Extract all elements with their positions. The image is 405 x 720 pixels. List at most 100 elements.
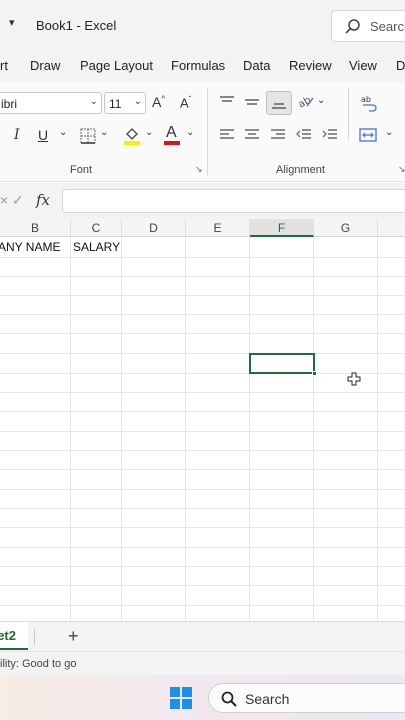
tab-view[interactable]: View <box>349 58 377 73</box>
font-name-dropdown[interactable]: ibri ⌄ <box>0 92 102 114</box>
grid-line <box>0 353 405 354</box>
search-icon <box>221 691 237 707</box>
formula-input[interactable] <box>62 189 405 213</box>
cell-cursor-icon <box>347 372 361 386</box>
merge-center-icon[interactable] <box>359 127 377 143</box>
fill-color-icon[interactable] <box>123 126 141 146</box>
windows-start-icon[interactable] <box>170 687 192 709</box>
accessibility-status[interactable]: ility: Good to go <box>0 658 76 670</box>
worksheet-grid[interactable]: B C D E F G ANY NAME SALARY <box>0 219 405 621</box>
grid-line <box>0 431 405 432</box>
svg-text:ab: ab <box>297 95 313 110</box>
column-header-c[interactable]: C <box>71 219 122 237</box>
font-group-label: Font <box>70 164 93 176</box>
cell-b1[interactable]: ANY NAME <box>0 240 60 254</box>
tab-draw[interactable]: Draw <box>30 58 60 73</box>
font-color-swatch <box>164 141 180 145</box>
column-header-row: B C D E F G <box>0 219 405 237</box>
window-title: Book1 - Excel <box>36 18 117 33</box>
middle-align-icon[interactable] <box>244 95 260 109</box>
font-name-value: ibri <box>1 97 18 111</box>
alignment-group-label: Alignment <box>276 164 325 176</box>
font-dialog-launcher-icon[interactable]: ↘ <box>195 164 203 175</box>
chevron-down-icon[interactable]: ⌄ <box>385 127 393 138</box>
grid-line <box>0 450 405 451</box>
decrease-indent-icon[interactable] <box>296 128 312 142</box>
bottom-align-icon <box>272 103 286 109</box>
taskbar-search-box[interactable]: Search <box>208 683 405 713</box>
chevron-down-icon[interactable]: ⌄ <box>317 95 325 106</box>
insert-function-button[interactable]: fx <box>36 191 50 209</box>
align-left-icon[interactable] <box>219 128 235 142</box>
grid-line <box>0 508 405 509</box>
quick-access-dropdown[interactable]: ▾ <box>9 16 15 29</box>
italic-button[interactable]: I <box>14 127 20 143</box>
enter-icon[interactable]: ✓ <box>12 192 24 209</box>
grid-line <box>0 314 405 315</box>
chevron-down-icon[interactable]: ⌄ <box>145 127 153 138</box>
windows-taskbar: Search <box>0 675 405 720</box>
column-header-b[interactable]: B <box>0 219 71 237</box>
cell-c1[interactable]: SALARY <box>73 240 120 254</box>
align-center-icon[interactable] <box>244 128 260 142</box>
sheet-tab-active[interactable]: et2 <box>0 622 28 650</box>
column-header-e[interactable]: E <box>186 219 250 237</box>
taskbar-search-label: Search <box>245 691 290 707</box>
increase-font-size-button[interactable]: A^ <box>152 94 165 110</box>
grid-line <box>0 392 405 393</box>
align-right-icon[interactable] <box>270 128 286 142</box>
ribbon-tabs: rt Draw Page Layout Formulas Data Review… <box>0 50 405 82</box>
fill-handle[interactable] <box>312 371 317 376</box>
grid-line <box>0 411 405 412</box>
tab-review[interactable]: Review <box>289 58 332 73</box>
title-bar: ▾ Book1 - Excel Search <box>0 0 405 50</box>
search-label: Search <box>370 19 405 34</box>
column-header-g[interactable]: G <box>314 219 378 237</box>
status-bar: ility: Good to go <box>0 651 405 675</box>
chevron-down-icon[interactable]: ⌄ <box>186 127 194 138</box>
column-header-f[interactable]: F <box>250 219 314 237</box>
orientation-icon[interactable]: ab <box>297 94 315 110</box>
tab-data[interactable]: Data <box>243 58 270 73</box>
tab-insert[interactable]: rt <box>0 58 8 73</box>
increase-font-icon: A <box>152 94 162 110</box>
grid-line <box>0 527 405 528</box>
font-size-dropdown[interactable]: 11 ⌄ <box>104 92 146 114</box>
search-box[interactable]: Search <box>331 10 405 42</box>
decrease-font-size-button[interactable]: Aˇ <box>180 95 191 110</box>
increase-indent-icon[interactable] <box>322 128 338 142</box>
group-divider <box>207 88 208 176</box>
active-cell-selection[interactable] <box>249 353 317 376</box>
chevron-down-icon: ⌄ <box>89 96 98 107</box>
bottom-align-button[interactable] <box>266 91 292 115</box>
svg-text:ab: ab <box>361 95 371 104</box>
grid-line <box>0 373 405 374</box>
top-align-icon[interactable] <box>219 95 235 109</box>
ribbon: ibri ⌄ 11 ⌄ A^ Aˇ I U ⌄ ⌄ ⌄ A ⌄ Font ↘ a… <box>0 82 405 182</box>
tab-developer[interactable]: D <box>396 58 405 73</box>
grid-line <box>0 276 405 277</box>
column-header-d[interactable]: D <box>122 219 186 237</box>
chevron-down-icon[interactable]: ⌄ <box>100 127 108 138</box>
grid-line <box>0 566 405 567</box>
grid-line <box>0 605 405 606</box>
chevron-down-icon: ⌄ <box>133 96 142 107</box>
font-size-value: 11 <box>109 97 122 111</box>
chevron-down-icon[interactable]: ⌄ <box>59 127 67 138</box>
tab-formulas[interactable]: Formulas <box>171 58 225 73</box>
tab-divider <box>34 629 35 645</box>
wrap-text-icon[interactable]: ab <box>360 94 378 112</box>
grid-line <box>0 333 405 334</box>
tab-page-layout[interactable]: Page Layout <box>80 58 153 73</box>
cancel-icon[interactable]: × <box>0 192 8 208</box>
font-color-button[interactable]: A <box>166 124 177 142</box>
grid-line <box>0 295 405 296</box>
group-divider <box>348 88 349 140</box>
search-icon <box>345 19 360 34</box>
borders-icon[interactable] <box>80 128 96 144</box>
alignment-dialog-launcher-icon[interactable]: ↘ <box>398 164 405 175</box>
decrease-font-icon: A <box>180 95 189 111</box>
underline-button[interactable]: U <box>38 127 48 143</box>
add-sheet-button[interactable]: + <box>68 626 79 647</box>
grid-line <box>0 547 405 548</box>
